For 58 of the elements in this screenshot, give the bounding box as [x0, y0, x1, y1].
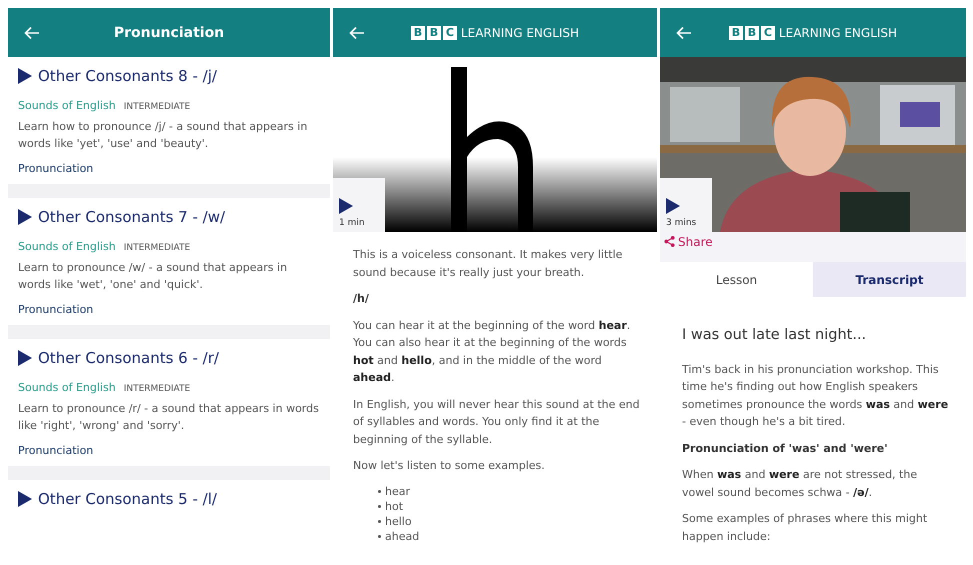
logo-text: LEARNING ENGLISH — [778, 26, 898, 40]
lesson-heading: I was out late last night... — [682, 327, 868, 344]
play-button[interactable]: 1 min — [333, 178, 385, 232]
lesson-description: Learn to pronounce /r/ - a sound that appears in words like 'right', 'wrong' and 'sorry'. — [18, 401, 320, 434]
play-icon — [339, 198, 353, 214]
topic-link[interactable]: Pronunciation — [18, 303, 94, 316]
logo-text: LEARNING ENGLISH — [460, 26, 580, 40]
paragraph: Now let's listen to some examples. — [353, 458, 546, 474]
back-arrow-icon[interactable] — [349, 26, 365, 40]
section-label: /h/ — [353, 291, 370, 307]
lesson-card[interactable]: Other Consonants 5 - /l/ — [8, 480, 330, 516]
share-link[interactable]: Share — [664, 234, 713, 248]
logo-letter-block: C — [442, 26, 457, 40]
tab[interactable]: Transcript — [813, 262, 966, 297]
level-label: INTERMEDIATE — [124, 102, 190, 112]
play-icon — [18, 68, 32, 84]
lesson-description: Learn how to pronounce /j/ - a sound that appears in words like 'yet', 'use' and 'beauty'. — [18, 119, 308, 152]
share-icon — [664, 236, 675, 247]
level-label: INTERMEDIATE — [124, 384, 190, 394]
lesson-title: Other Consonants 5 - /l/ — [38, 490, 217, 508]
topic-link[interactable]: Pronunciation — [18, 444, 94, 457]
lesson-description: Learn to pronounce /w/ - a sound that appears in words like 'wet', 'one' and 'quick'. — [18, 260, 288, 293]
bullet-icon — [378, 504, 381, 508]
back-arrow-icon[interactable] — [676, 26, 692, 40]
paragraph: This is a voiceless consonant. It makes very little sound because it's really just your breath. — [353, 247, 624, 280]
logo-letter-block: B — [744, 26, 759, 40]
play-button[interactable]: 3 mins — [660, 178, 712, 232]
logo-letter-block: B — [728, 26, 743, 40]
logo-letter-block: B — [426, 26, 441, 40]
paragraph: When was and were are not stressed, the vowel sound becomes schwa - /ə/. — [682, 467, 918, 500]
play-icon — [666, 198, 680, 214]
level-label: INTERMEDIATE — [124, 243, 190, 253]
lesson-card[interactable]: Other Consonants 6 - /r/ Sounds of English INTERMEDIATE Learn to pronounce /r/ - a sound that appears in words like 'right', 'wrong' and 'sorry'. Pronunciation — [8, 339, 330, 466]
example-word: hot — [385, 498, 404, 514]
topic-link[interactable]: Pronunciation — [18, 162, 94, 175]
paragraph: Some examples of phrases where this might happen include: — [682, 511, 928, 544]
logo-letter-block: B — [410, 26, 425, 40]
play-icon — [18, 491, 32, 507]
bullet-icon — [378, 490, 381, 492]
paragraph: You can hear it at the beginning of the word hear. You can also hear it at the beginning of the words hot and hello, and in the middle of the word ahead. — [353, 318, 632, 386]
back-arrow-icon[interactable] — [24, 26, 40, 40]
bullet-icon — [378, 520, 381, 522]
example-word: hear — [385, 484, 410, 498]
paragraph: Tim's back in his pronunciation workshop. This time he's finding out how English speakers sometimes pronounce the words was and were - even though he's a bit tired. — [682, 362, 950, 430]
example-word: ahead — [385, 528, 420, 544]
lesson-title: Other Consonants 7 - /w/ — [38, 208, 226, 226]
play-icon — [18, 209, 32, 225]
lesson-card[interactable]: Other Consonants 8 - /j/ Sounds of English INTERMEDIATE Learn how to pronounce /j/ - a sound that appears in words like 'yet', 'use' and 'beauty'. Pronunciation — [8, 57, 330, 184]
screen-title: Pronunciation — [114, 24, 224, 40]
paragraph: In English, you will never hear this sound at the end of syllables and words. You only find it at the beginning of the syllable. — [353, 396, 641, 448]
lesson-title: Other Consonants 6 - /r/ — [38, 349, 219, 367]
lesson-card[interactable]: Other Consonants 7 - /w/ Sounds of English INTERMEDIATE Learn to pronounce /w/ - a sound that appears in words like 'wet', 'one' and 'quick'. Pronunciation — [8, 198, 330, 325]
play-icon — [18, 350, 32, 366]
lesson-title: Other Consonants 8 - /j/ — [38, 67, 217, 85]
section-label: Pronunciation of 'was' and 'were' — [682, 440, 889, 456]
example-word: hello — [385, 514, 412, 528]
bullet-icon — [378, 534, 381, 538]
logo-letter-block: C — [760, 26, 775, 40]
